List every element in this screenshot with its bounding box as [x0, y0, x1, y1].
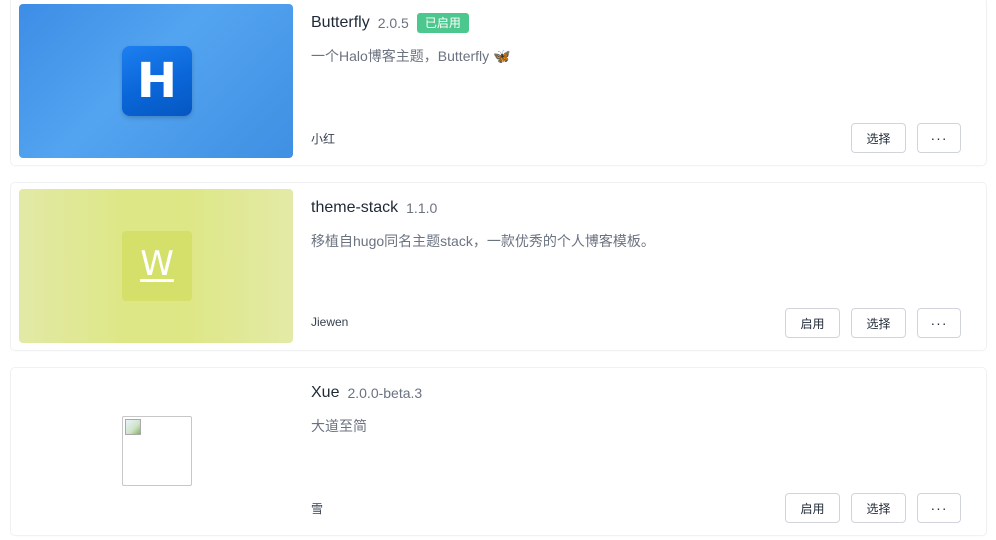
- theme-author: 雪: [311, 502, 324, 516]
- theme-description: 大道至简: [311, 418, 367, 434]
- theme-card-butterfly: H Butterfly 2.0.5 已启用 一个Halo博客主题，Butterf…: [11, 0, 986, 165]
- theme-title-row: Xue 2.0.0-beta.3: [311, 382, 422, 404]
- w-logo-icon: W: [122, 231, 192, 301]
- enable-button[interactable]: 启用: [785, 308, 840, 338]
- image-placeholder-icon: [125, 419, 141, 435]
- h-logo-icon: H: [122, 46, 192, 116]
- select-button[interactable]: 选择: [851, 123, 906, 153]
- select-button[interactable]: 选择: [851, 308, 906, 338]
- theme-name: Butterfly: [311, 14, 370, 31]
- broken-image-icon: [122, 416, 192, 486]
- theme-version: 2.0.5: [377, 15, 409, 31]
- more-icon[interactable]: ···: [917, 308, 961, 338]
- status-badge: 已启用: [416, 13, 469, 33]
- theme-preview-xue: [19, 374, 293, 528]
- theme-author: 小红: [311, 132, 336, 146]
- theme-description: 一个Halo博客主题，Butterfly 🦋: [311, 48, 511, 64]
- theme-name: Xue: [311, 384, 340, 401]
- more-icon[interactable]: ···: [917, 123, 961, 153]
- theme-author: Jiewen: [311, 315, 349, 329]
- theme-card-xue: Xue 2.0.0-beta.3 大道至简 雪 启用 选择 ···: [11, 368, 986, 535]
- theme-preview-stack: W: [19, 189, 293, 343]
- theme-card-stack: W theme-stack 1.1.0 移植自hugo同名主题stack，一款优…: [11, 183, 986, 350]
- theme-version: 1.1.0: [406, 200, 438, 216]
- select-button[interactable]: 选择: [851, 493, 906, 523]
- theme-preview-butterfly: H: [19, 4, 293, 158]
- theme-title-row: Butterfly 2.0.5 已启用: [311, 12, 469, 34]
- enable-button[interactable]: 启用: [785, 493, 840, 523]
- theme-version: 2.0.0-beta.3: [347, 385, 423, 401]
- more-icon[interactable]: ···: [917, 493, 961, 523]
- theme-description: 移植自hugo同名主题stack，一款优秀的个人博客模板。: [311, 233, 655, 249]
- theme-title-row: theme-stack 1.1.0: [311, 197, 437, 219]
- theme-name: theme-stack: [311, 199, 399, 216]
